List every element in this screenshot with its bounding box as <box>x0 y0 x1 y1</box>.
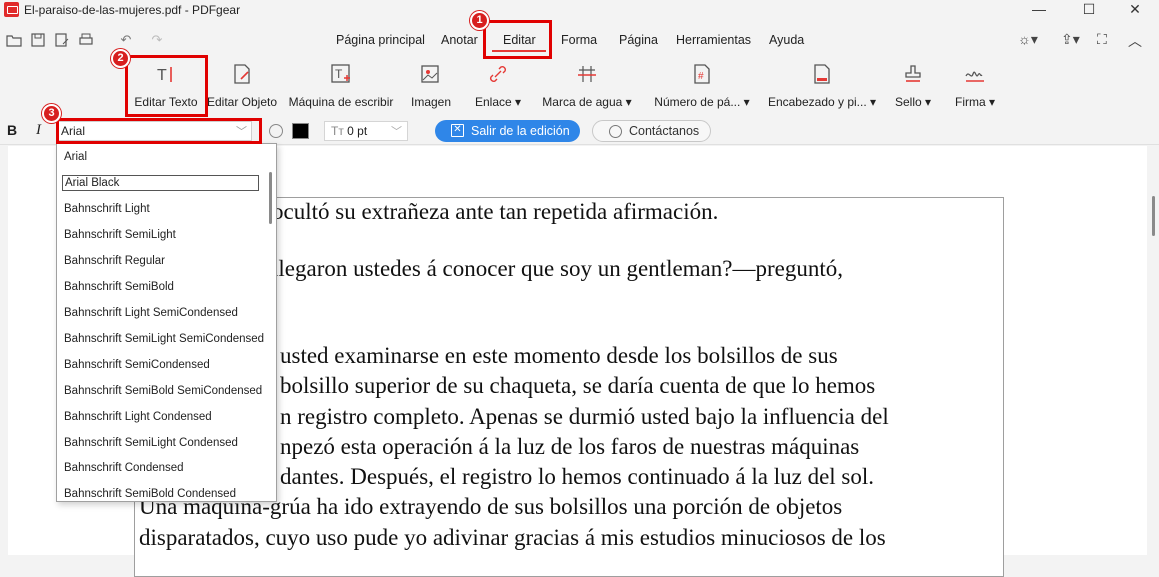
fullscreen-icon[interactable]: ⛶ <box>1097 31 1107 48</box>
image-icon <box>419 62 443 86</box>
tool-numero-de-pagina[interactable]: # Número de pá... ▾ <box>650 62 754 109</box>
open-folder-icon[interactable] <box>6 32 22 48</box>
edit-object-icon <box>230 62 254 86</box>
menu-herramientas[interactable]: Herramientas <box>676 33 751 47</box>
stamp-icon <box>901 62 925 86</box>
font-option-arial[interactable]: Arial <box>57 146 267 168</box>
tool-imagen[interactable]: Imagen <box>408 62 454 109</box>
text-line[interactable]: bolsillo superior de su chaqueta, se dar… <box>280 373 875 399</box>
font-option[interactable]: Bahnschrift Condensed <box>57 457 267 479</box>
menu-ayuda[interactable]: Ayuda <box>769 33 804 47</box>
color-palette-icon[interactable] <box>269 124 283 138</box>
text-color-swatch[interactable] <box>292 123 309 139</box>
text-line[interactable]: llegaron ustedes á conocer que soy un ge… <box>272 256 843 282</box>
menu-forma[interactable]: Forma <box>561 33 597 47</box>
exit-edit-button[interactable]: ✕ Salir de la edición <box>435 120 580 142</box>
minimize-button[interactable]: — <box>1016 0 1062 20</box>
dropdown-scrollbar-thumb[interactable] <box>269 172 272 224</box>
font-option[interactable]: Bahnschrift Light SemiCondensed <box>57 302 267 324</box>
undo-icon[interactable]: ↶ <box>118 32 134 48</box>
italic-button[interactable]: I <box>36 122 41 139</box>
vertical-scrollbar[interactable] <box>1150 146 1159 555</box>
font-size-icon: Tт <box>331 124 348 138</box>
annotation-box-editar-texto <box>125 55 208 117</box>
close-button[interactable]: ✕ <box>1112 0 1158 20</box>
bold-button[interactable]: B <box>7 122 17 138</box>
title-bar: El-paraiso-de-las-mujeres.pdf - PDFgear … <box>0 0 1159 20</box>
text-line[interactable]: ocultó su extrañeza ante tan repetida af… <box>272 199 718 225</box>
menu-anotar[interactable]: Anotar <box>441 33 478 47</box>
support-icon <box>609 125 622 138</box>
signature-icon <box>963 62 987 86</box>
font-option[interactable]: Bahnschrift SemiLight <box>57 224 267 246</box>
close-box-icon: ✕ <box>451 124 464 137</box>
font-size-select[interactable]: Tт 0 pt ﹀ <box>324 121 408 141</box>
annotation-number: 2 <box>111 49 130 68</box>
contact-button[interactable]: Contáctanos <box>592 120 711 142</box>
text-line[interactable]: dantes. Después, el registro lo hemos co… <box>280 464 874 490</box>
theme-icon[interactable]: ☼▾ <box>1018 31 1038 48</box>
menu-pagina[interactable]: Página <box>619 33 658 47</box>
font-option[interactable]: Bahnschrift SemiLight SemiCondensed <box>57 328 267 350</box>
font-size-value: 0 pt <box>347 124 368 138</box>
window-title: El-paraiso-de-las-mujeres.pdf - PDFgear <box>24 3 241 17</box>
tool-maquina-de-escribir[interactable]: T Máquina de escribir <box>288 62 394 109</box>
font-dropdown-list[interactable]: Arial Arial Black Bahnschrift Light Bahn… <box>56 143 277 502</box>
save-icon[interactable] <box>30 32 46 48</box>
font-option[interactable]: Bahnschrift SemiLight Condensed <box>57 432 267 454</box>
annotation-box-font-select <box>56 118 262 144</box>
tool-firma[interactable]: Firma ▾ <box>952 62 998 109</box>
tool-marca-de-agua[interactable]: Marca de agua ▾ <box>540 62 634 109</box>
tool-sello[interactable]: Sello ▾ <box>891 62 935 109</box>
text-line[interactable]: n registro completo. Apenas se durmió us… <box>280 404 889 430</box>
typewriter-icon: T <box>329 62 353 86</box>
print-icon[interactable] <box>78 32 94 48</box>
scrollbar-thumb[interactable] <box>1152 196 1155 236</box>
font-option[interactable]: Bahnschrift Light Condensed <box>57 406 267 428</box>
font-option[interactable]: Bahnschrift SemiBold Condensed <box>57 483 267 501</box>
font-option[interactable]: Bahnschrift Light <box>57 198 267 220</box>
pdfgear-logo-icon <box>4 2 19 17</box>
redo-icon[interactable]: ↷ <box>149 32 165 48</box>
collapse-ribbon-icon[interactable]: ︿ <box>1128 31 1142 51</box>
tool-editar-objeto[interactable]: Editar Objeto <box>206 62 278 109</box>
maximize-button[interactable]: ☐ <box>1066 0 1112 20</box>
text-line[interactable]: usted examinarse en este momento desde l… <box>280 343 838 369</box>
menu-pagina-principal[interactable]: Página principal <box>336 33 425 47</box>
annotation-number: 3 <box>42 104 61 123</box>
font-option[interactable]: Bahnschrift SemiBold SemiCondensed <box>57 380 267 402</box>
text-line[interactable]: disparatados, cuyo uso pude yo adivinar … <box>139 525 886 551</box>
annotation-number: 1 <box>470 11 489 30</box>
header-footer-icon <box>810 62 834 86</box>
font-option[interactable]: Bahnschrift SemiBold <box>57 276 267 298</box>
text-line[interactable]: npezó esta operación á la luz de los far… <box>280 434 859 460</box>
page-number-icon: # <box>690 62 714 86</box>
font-option-arial-black[interactable]: Arial Black <box>62 175 259 191</box>
share-icon[interactable]: ⇪▾ <box>1061 31 1080 48</box>
watermark-icon <box>575 62 599 86</box>
chevron-down-icon: ﹀ <box>391 126 402 138</box>
tool-encabezado-y-pie[interactable]: Encabezado y pi... ▾ <box>767 62 877 109</box>
tool-enlace[interactable]: Enlace ▾ <box>474 62 522 109</box>
annotation-box-editar <box>483 20 552 59</box>
save-as-icon[interactable] <box>54 32 70 48</box>
svg-text:T: T <box>335 67 343 81</box>
svg-text:#: # <box>698 71 704 82</box>
link-icon <box>486 62 510 86</box>
font-option[interactable]: Bahnschrift Regular <box>57 250 267 272</box>
font-option[interactable]: Bahnschrift SemiCondensed <box>57 354 267 376</box>
